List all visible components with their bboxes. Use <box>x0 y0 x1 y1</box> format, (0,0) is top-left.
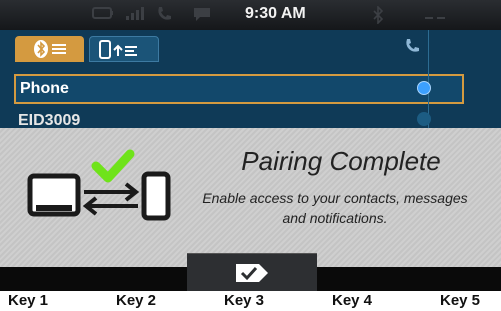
tab-phone-transfer[interactable] <box>89 36 159 62</box>
key-label-4: Key 4 <box>332 292 373 309</box>
pairing-complete-dialog: Pairing Complete Enable access to your c… <box>0 128 501 267</box>
dialog-message-line1: Enable access to your contacts, messages <box>202 190 468 206</box>
dialog-message-line2: and notifications. <box>282 210 388 226</box>
pairing-graphic-icon <box>27 149 171 221</box>
key-label-5: Key 5 <box>440 292 481 309</box>
call-icon <box>404 38 420 59</box>
tab-bluetooth-devices[interactable] <box>15 36 84 62</box>
check-tag-icon <box>236 264 268 282</box>
key-labels: Key 1 Key 2 Key 3 Key 4 Key 5 <box>0 291 501 311</box>
message-icon <box>192 6 212 24</box>
bluetooth-icon <box>372 5 384 25</box>
head-unit-screen: 9:30 AM Phone EID3009 Pairing Complete E… <box>0 0 501 291</box>
phone-icon <box>156 6 172 24</box>
device-row-phone[interactable]: Phone <box>14 74 464 104</box>
unselected-radio-icon[interactable] <box>417 112 431 126</box>
dialog-message: Enable access to your contacts, messages… <box>170 188 500 228</box>
bluetooth-list-icon <box>34 40 66 58</box>
confirm-button[interactable] <box>187 253 317 291</box>
device-label: EID3009 <box>18 112 81 129</box>
phone-upload-icon <box>99 40 137 59</box>
device-label: Phone <box>20 80 69 97</box>
dash-icon <box>425 8 447 26</box>
status-bar: 9:30 AM <box>0 0 501 30</box>
dialog-title: Pairing Complete <box>241 146 441 176</box>
key-label-2: Key 2 <box>116 292 157 309</box>
key-label-3: Key 3 <box>224 292 265 309</box>
key-label-1: Key 1 <box>8 292 49 309</box>
battery-icon <box>92 6 114 24</box>
signal-icon <box>125 6 147 24</box>
selected-radio-icon[interactable] <box>417 81 431 95</box>
tab-row <box>0 30 501 68</box>
clock: 9:30 AM <box>245 5 306 22</box>
